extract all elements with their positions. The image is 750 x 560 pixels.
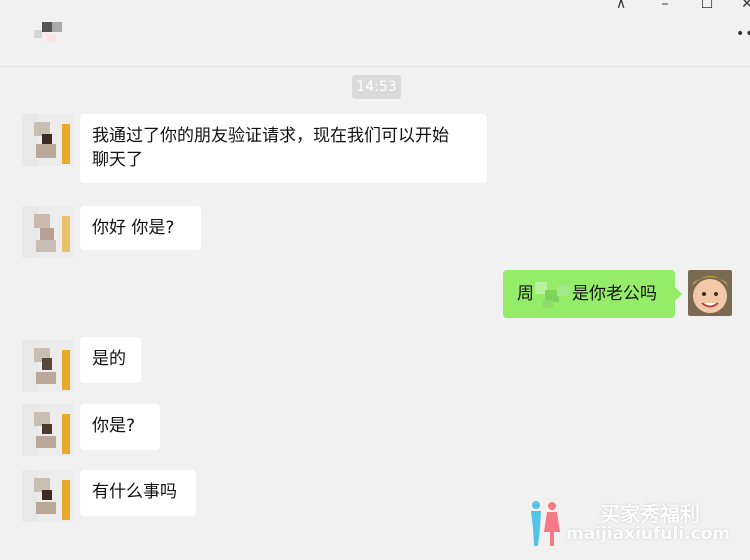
message-text: 是的 xyxy=(92,349,126,369)
message-bubble[interactable]: 是的 xyxy=(80,337,141,383)
more-options-icon[interactable]: ••• xyxy=(736,26,750,42)
message-text: 你是? xyxy=(92,416,136,436)
watermark-text: 买家秀福利 xyxy=(600,502,700,526)
message-bubble[interactable]: 有什么事吗 xyxy=(80,470,196,516)
contact-avatar[interactable] xyxy=(22,340,74,392)
message-text: 有什么事吗 xyxy=(92,482,177,502)
close-icon[interactable]: ✕ xyxy=(734,0,750,14)
chat-header: ⊼ – ☐ ✕ ••• xyxy=(0,0,750,67)
watermark: 买家秀福利 maijiaxiufuli.com xyxy=(524,498,750,550)
message-text-suffix: 是你老公吗 xyxy=(572,284,657,304)
my-message-bubble[interactable]: 周 是你老公吗 xyxy=(503,270,682,318)
contact-title-avatar[interactable] xyxy=(20,18,68,48)
pin-icon[interactable]: ⊼ xyxy=(608,0,634,14)
self-avatar[interactable] xyxy=(688,270,732,316)
contact-avatar[interactable] xyxy=(22,404,74,456)
message-bubble[interactable]: 你好 你是? xyxy=(80,206,201,250)
minimize-icon[interactable]: – xyxy=(652,0,678,14)
contact-avatar[interactable] xyxy=(22,470,74,522)
message-text: 我通过了你的朋友验证请求，现在我们可以开始 聊天了 xyxy=(92,126,449,170)
message-timestamp: 14:53 xyxy=(352,75,401,99)
chat-window: ⊼ – ☐ ✕ ••• 14:53 我通过了你的朋友验证请求，现在我们可以开始 … xyxy=(0,0,750,560)
message-bubble[interactable]: 我通过了你的朋友验证请求，现在我们可以开始 聊天了 xyxy=(80,114,487,183)
contact-avatar[interactable] xyxy=(22,206,74,258)
contact-avatar[interactable] xyxy=(22,114,74,166)
message-bubble[interactable]: 你是? xyxy=(80,404,160,450)
message-text: 你好 你是? xyxy=(92,218,175,238)
watermark-figures-icon xyxy=(531,501,560,546)
watermark-url: maijiaxiufuli.com xyxy=(566,524,731,544)
redacted-name-block xyxy=(535,280,569,308)
maximize-icon[interactable]: ☐ xyxy=(694,0,720,14)
message-text-prefix: 周 xyxy=(517,284,534,304)
